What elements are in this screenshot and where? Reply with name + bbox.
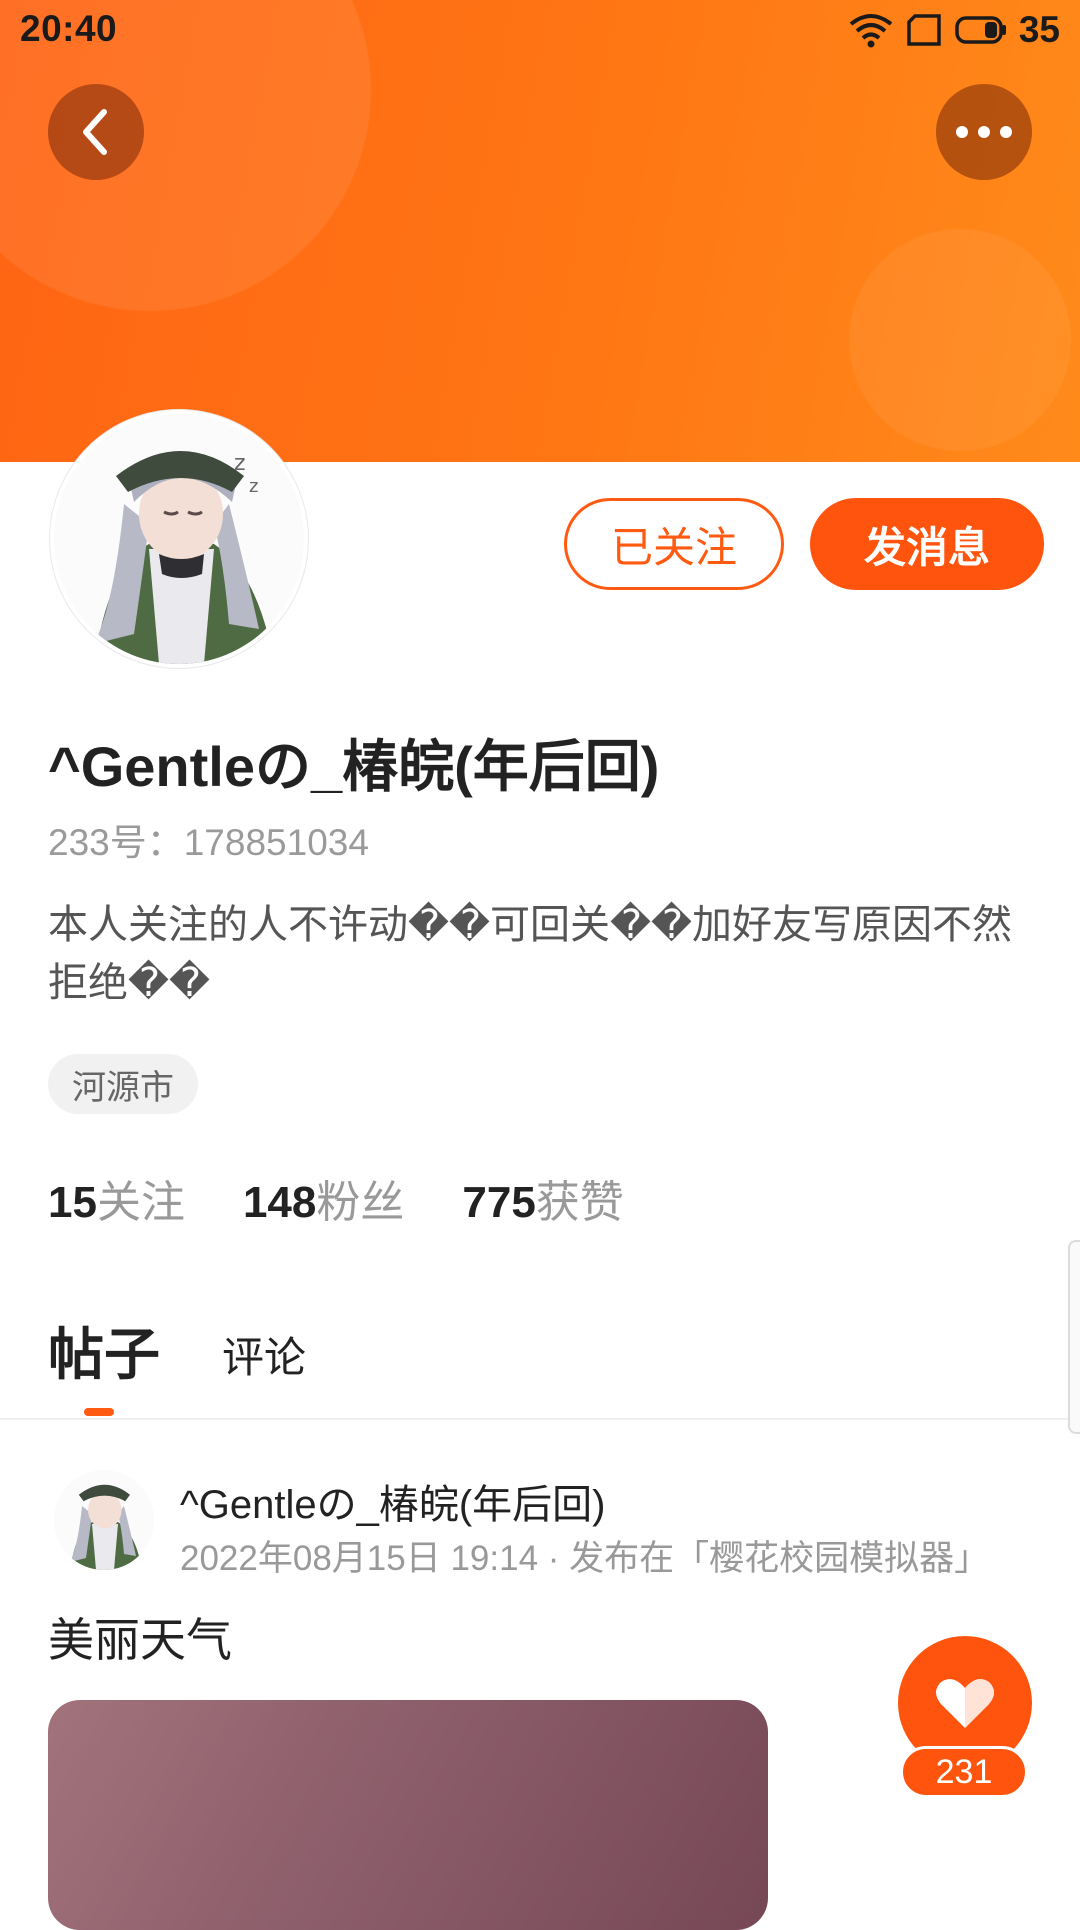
post-title[interactable]: 美丽天气 [48,1604,232,1670]
back-button[interactable] [48,84,144,180]
post-author-avatar[interactable] [54,1470,154,1570]
tab-posts[interactable]: 帖子 [48,1310,160,1391]
status-icons: 35 [849,8,1060,52]
sim-card-icon [907,14,941,46]
stat-likes[interactable]: 775获赞 [462,1166,623,1230]
avatar[interactable]: z z [54,414,304,664]
profile-uid: 233号：178851034 [48,822,369,863]
stat-label: 关注 [96,1178,185,1227]
tab-bar: 帖子 评论 [48,1310,306,1391]
post-image[interactable] [48,1700,768,1930]
heart-icon [936,1679,994,1728]
wifi-icon [849,14,893,48]
post-author-name[interactable]: ^Gentleの_椿皖(年后回) [180,1472,606,1530]
profile-stats: 15关注 148粉丝 775获赞 [48,1166,624,1230]
battery-level: 35 [1018,9,1060,50]
avatar-illustration [54,1470,154,1570]
chevron-left-icon [83,109,107,155]
status-bar: 20:40 35 [0,0,1080,60]
avatar-illustration: z z [54,414,304,664]
send-message-button[interactable]: 发消息 [810,498,1044,590]
more-button[interactable] [936,84,1032,180]
tab-comments[interactable]: 评论 [222,1324,306,1391]
battery-icon [955,16,1006,44]
profile-name: ^Gentleの_椿皖(年后回) [48,735,660,798]
like-count: 231 [900,1746,1028,1798]
stat-value: 148 [242,1178,317,1227]
stat-following[interactable]: 15关注 [48,1166,185,1230]
stat-value: 775 [462,1178,536,1227]
stat-label: 获赞 [535,1178,624,1227]
location-tag: 河源市 [48,1054,198,1114]
stat-value: 15 [48,1178,97,1227]
more-dots-icon [956,126,1012,138]
profile-banner [0,0,1080,462]
stat-followers[interactable]: 148粉丝 [243,1166,404,1230]
scroll-handle[interactable] [1068,1240,1080,1434]
status-time: 20:40 [20,8,118,49]
post-meta: 2022年08月15日 19:14 · 发布在「樱花校园模拟器」 [180,1539,990,1578]
stat-label: 粉丝 [316,1178,405,1227]
tab-indicator [84,1408,114,1416]
profile-bio: 本人关注的人不许动��可回关��加好友写原因不然拒绝�� [48,903,1013,1005]
followed-button[interactable]: 已关注 [564,498,784,590]
divider [0,1418,1080,1420]
svg-text:z: z [249,476,258,497]
svg-text:z: z [234,451,246,476]
